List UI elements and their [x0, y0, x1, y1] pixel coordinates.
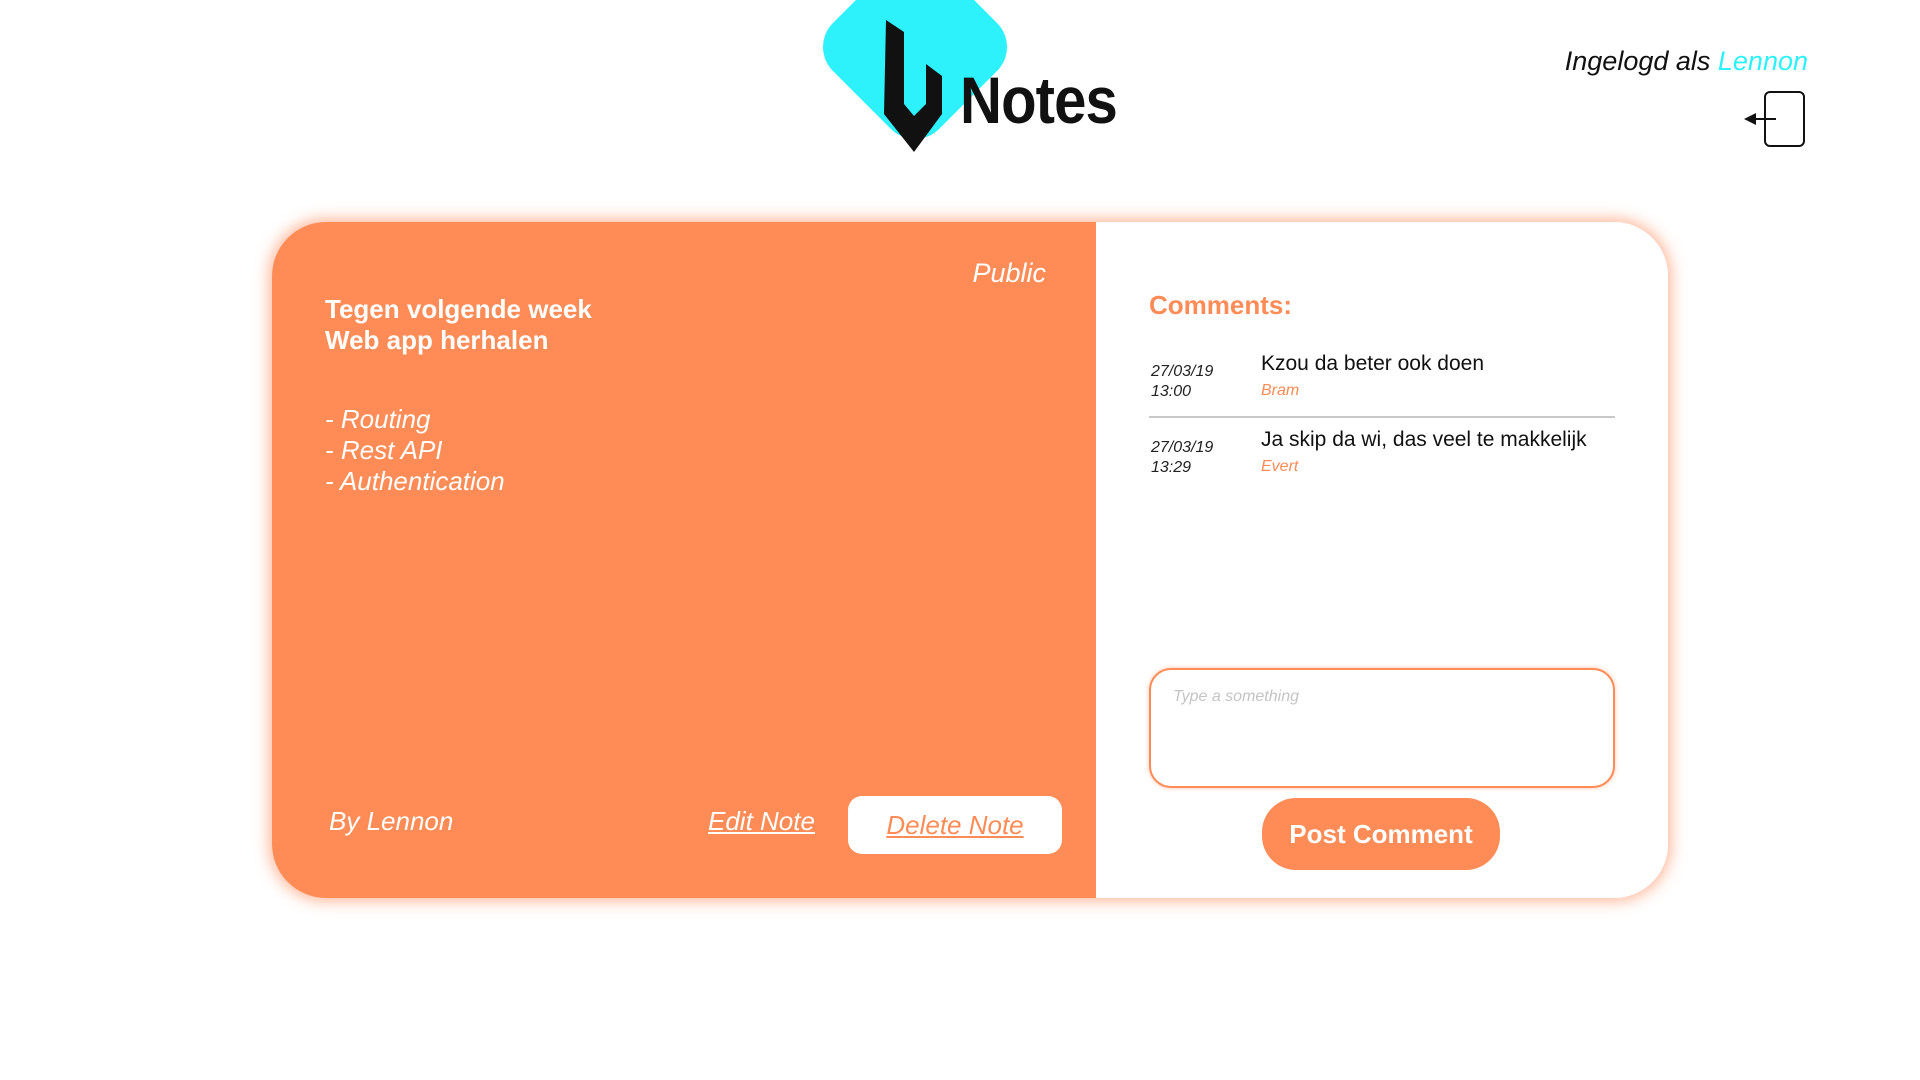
u-shield-icon [884, 20, 942, 152]
comment-date: 27/03/19 [1151, 439, 1214, 456]
logged-in-status: Ingelogd als Lennon [1565, 46, 1808, 77]
comment-item: 27/03/19 13:29 Ja skip da wi, das veel t… [1149, 428, 1615, 494]
note-list-item: - Routing [325, 404, 431, 434]
edit-note-link[interactable]: Edit Note [708, 806, 815, 837]
user-area: Ingelogd als Lennon [1565, 46, 1808, 147]
note-card: Public Tegen volgende week Web app herha… [272, 222, 1668, 898]
logged-in-username[interactable]: Lennon [1718, 46, 1808, 76]
comments-title: Comments: [1149, 290, 1293, 320]
comment-item: 27/03/19 13:00 Kzou da beter ook doen Br… [1149, 352, 1615, 418]
comment-timestamp: 27/03/19 13:29 [1151, 438, 1213, 478]
note-body: - Routing - Rest API - Authentication [325, 404, 505, 497]
logout-door-icon[interactable] [1742, 88, 1808, 150]
comment-date: 27/03/19 [1151, 363, 1214, 380]
app-logo[interactable]: Notes [808, 0, 1120, 180]
logo-text: Notes [960, 63, 1118, 137]
note-list-item: - Authentication [325, 466, 505, 496]
note-list-item: - Rest API [325, 435, 443, 465]
comment-text: Kzou da beter ook doen [1261, 352, 1485, 375]
comment-text: Ja skip da wi, das veel te makkelijk [1261, 428, 1587, 451]
comment-timestamp: 27/03/19 13:00 [1151, 362, 1213, 402]
comment-time: 13:29 [1151, 459, 1192, 476]
note-author: By Lennon [329, 806, 454, 836]
comments-panel: Comments: 27/03/19 13:00 Kzou da beter o… [1096, 222, 1668, 898]
comment-author: Bram [1261, 382, 1300, 399]
comment-time: 13:00 [1151, 383, 1192, 400]
comment-author: Evert [1261, 458, 1299, 475]
note-panel: Public Tegen volgende week Web app herha… [272, 222, 1096, 898]
note-title: Tegen volgende week Web app herhalen [325, 294, 592, 356]
note-title-line: Web app herhalen [325, 325, 549, 355]
comment-input[interactable] [1149, 668, 1615, 788]
logged-in-prefix: Ingelogd als [1564, 46, 1718, 76]
visibility-label: Public [972, 258, 1046, 288]
post-comment-button[interactable]: Post Comment [1262, 798, 1500, 870]
delete-note-button[interactable]: Delete Note [848, 796, 1062, 854]
note-title-line: Tegen volgende week [325, 294, 592, 324]
